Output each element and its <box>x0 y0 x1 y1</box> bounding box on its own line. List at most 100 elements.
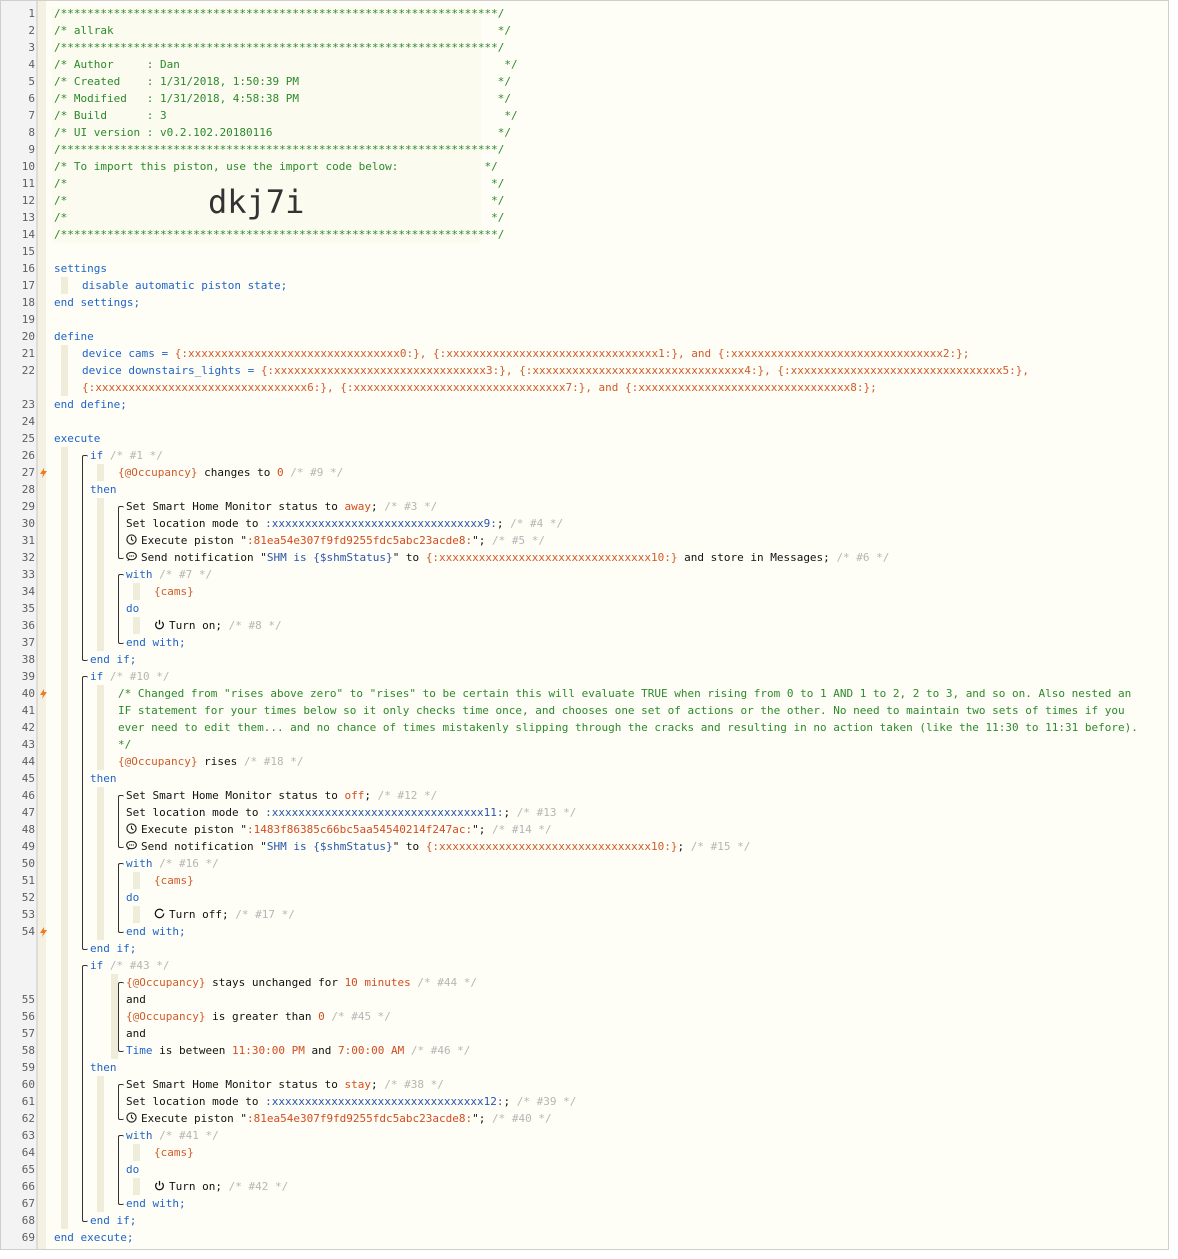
line-number: 48 <box>21 823 35 836</box>
line-number: 62 <box>21 1112 35 1125</box>
code-token: /* #3 */ <box>384 500 438 513</box>
code-token: and store in Messages; <box>677 551 837 564</box>
variable-token[interactable]: {@Occupancy} <box>118 755 197 768</box>
code-line: with /* #41 */ <box>126 1127 219 1144</box>
code-token: Send notification " <box>141 840 267 853</box>
code-line: {cams} <box>154 583 194 600</box>
condition: {@Occupancy} changes to 0 /* #9 */ <box>118 464 343 481</box>
lightning-bolt-icon[interactable] <box>40 927 47 937</box>
line-number: 37 <box>21 636 35 649</box>
code-token: do <box>126 602 140 615</box>
code-token: Set location mode to <box>126 1095 266 1108</box>
code-line: device downstairs_lights = {:xxxxxxxxxxx… <box>82 362 1029 379</box>
line-number: 45 <box>21 772 35 785</box>
code-token: /* #7 */ <box>152 568 213 581</box>
line-number: 5 <box>28 75 35 88</box>
code-token: Set Smart Home Monitor status to <box>126 500 345 513</box>
line-number: 16 <box>21 262 35 275</box>
indent-guide <box>61 277 68 294</box>
code-token: do <box>126 1163 140 1176</box>
line-number: 54 <box>21 925 35 938</box>
inline-comment: IF statement for your times below so it … <box>118 702 1125 719</box>
code-line: end with; <box>126 634 186 651</box>
indent-guide <box>61 447 68 1229</box>
chat-bubble-icon <box>126 840 137 851</box>
code-token: */ <box>118 738 132 751</box>
line-number: 40 <box>21 687 35 700</box>
line-number: 6 <box>28 92 35 105</box>
code-token: Set location mode to <box>126 517 266 530</box>
code-token: 0 <box>276 466 284 479</box>
device-list[interactable]: {:xxxxxxxxxxxxxxxxxxxxxxxxxxxxxxxx0:}, {… <box>175 347 970 360</box>
code-token: end with; <box>126 636 186 649</box>
code-line: end if; <box>90 940 136 957</box>
code-line: disable automatic piston state; <box>82 277 287 294</box>
code-token: end if; <box>90 942 137 955</box>
code-line: with /* #7 */ <box>126 566 212 583</box>
line-number: 26 <box>21 449 35 462</box>
code-line: then <box>90 481 117 498</box>
if-statement: if /* #43 */ <box>90 957 169 974</box>
block-bracket <box>118 863 124 933</box>
variable-token[interactable]: {@Occupancy} <box>118 466 197 479</box>
action: Set Smart Home Monitor status to off; /*… <box>126 787 437 804</box>
line-number: 12 <box>21 194 35 207</box>
comment-border: /***************************************… <box>54 39 504 56</box>
code-line: end execute; <box>54 1229 133 1246</box>
code-line: with /* #16 */ <box>126 855 219 872</box>
code-token: end define; <box>54 398 127 411</box>
inline-comment: */ <box>118 736 131 753</box>
power-icon <box>155 619 164 630</box>
device-list[interactable]: {:xxxxxxxxxxxxxxxxxxxxxxxxxxxxxxxx3:}, {… <box>261 364 1029 377</box>
line-number: 1 <box>28 7 35 20</box>
line-number: 20 <box>21 330 35 343</box>
import-code[interactable]: dkj7i <box>208 182 304 222</box>
code-token: end if; <box>90 653 137 666</box>
code-token: 7:00:00 AM <box>337 1044 405 1057</box>
line-number: 52 <box>21 891 35 904</box>
indent-guide <box>97 1076 104 1212</box>
settings-keyword: settings <box>54 260 107 277</box>
comment-border: /***************************************… <box>54 226 504 243</box>
line-number: 4 <box>28 58 35 71</box>
code-line: end with; <box>126 1195 186 1212</box>
lightning-bolt-icon[interactable] <box>40 689 47 699</box>
code-line: /* Modified : 1/31/2018, 4:58:38 PM */ <box>54 90 511 107</box>
code-token: minutes <box>357 976 411 989</box>
code-token: /* #40 */ <box>492 1112 552 1125</box>
code-token: "; <box>472 534 493 547</box>
line-number: 68 <box>21 1214 35 1227</box>
code-token: Turn on; <box>169 1180 229 1193</box>
code-token: /* #44 */ <box>410 976 478 989</box>
device-list[interactable]: {:xxxxxxxxxxxxxxxxxxxxxxxxxxxxxxxx6:}, {… <box>82 381 877 394</box>
code-line: end if; <box>90 1212 136 1229</box>
line-number: 64 <box>21 1146 35 1159</box>
action: Send notification "SHM is {$shmStatus}" … <box>126 838 750 855</box>
define-keyword: define <box>54 328 94 345</box>
code-token: /* #10 */ <box>103 670 170 683</box>
line-number: 42 <box>21 721 35 734</box>
inline-comment: ever need to edit them... and no chance … <box>118 719 1138 736</box>
line-number: 43 <box>21 738 35 751</box>
code-token: {cams} <box>154 1146 194 1159</box>
code-token: /* #4 */ <box>510 517 564 530</box>
line-number: 59 <box>21 1061 35 1074</box>
code-line: {cams} <box>154 872 194 889</box>
variable-token[interactable]: {@Occupancy} <box>126 976 205 989</box>
condition: {@Occupancy} rises /* #18 */ <box>118 753 303 770</box>
indent-guide <box>97 464 104 481</box>
variable-token[interactable]: {@Occupancy} <box>126 1010 205 1023</box>
block-bracket <box>118 1084 124 1120</box>
line-number: 57 <box>21 1027 35 1040</box>
code-token: /* #1 */ <box>103 449 163 462</box>
action: Send notification "SHM is {$shmStatus}" … <box>126 549 889 566</box>
action: Execute piston ":1483f86385c66bc5aa54540… <box>126 821 552 838</box>
code-token: /* #18 */ <box>237 755 304 768</box>
code-token: and <box>126 1027 146 1040</box>
code-token: {:xxxxxxxxxxxxxxxxxxxxxxxxxxxxxxxx10:} <box>425 840 678 853</box>
code-token: end settings; <box>54 296 141 309</box>
code-token: :1483f86385c66bc5aa54540214f247ac: <box>246 823 473 836</box>
code-token: "; <box>472 823 493 836</box>
lightning-bolt-icon[interactable] <box>40 468 47 478</box>
code-token: /* #41 */ <box>152 1129 219 1142</box>
